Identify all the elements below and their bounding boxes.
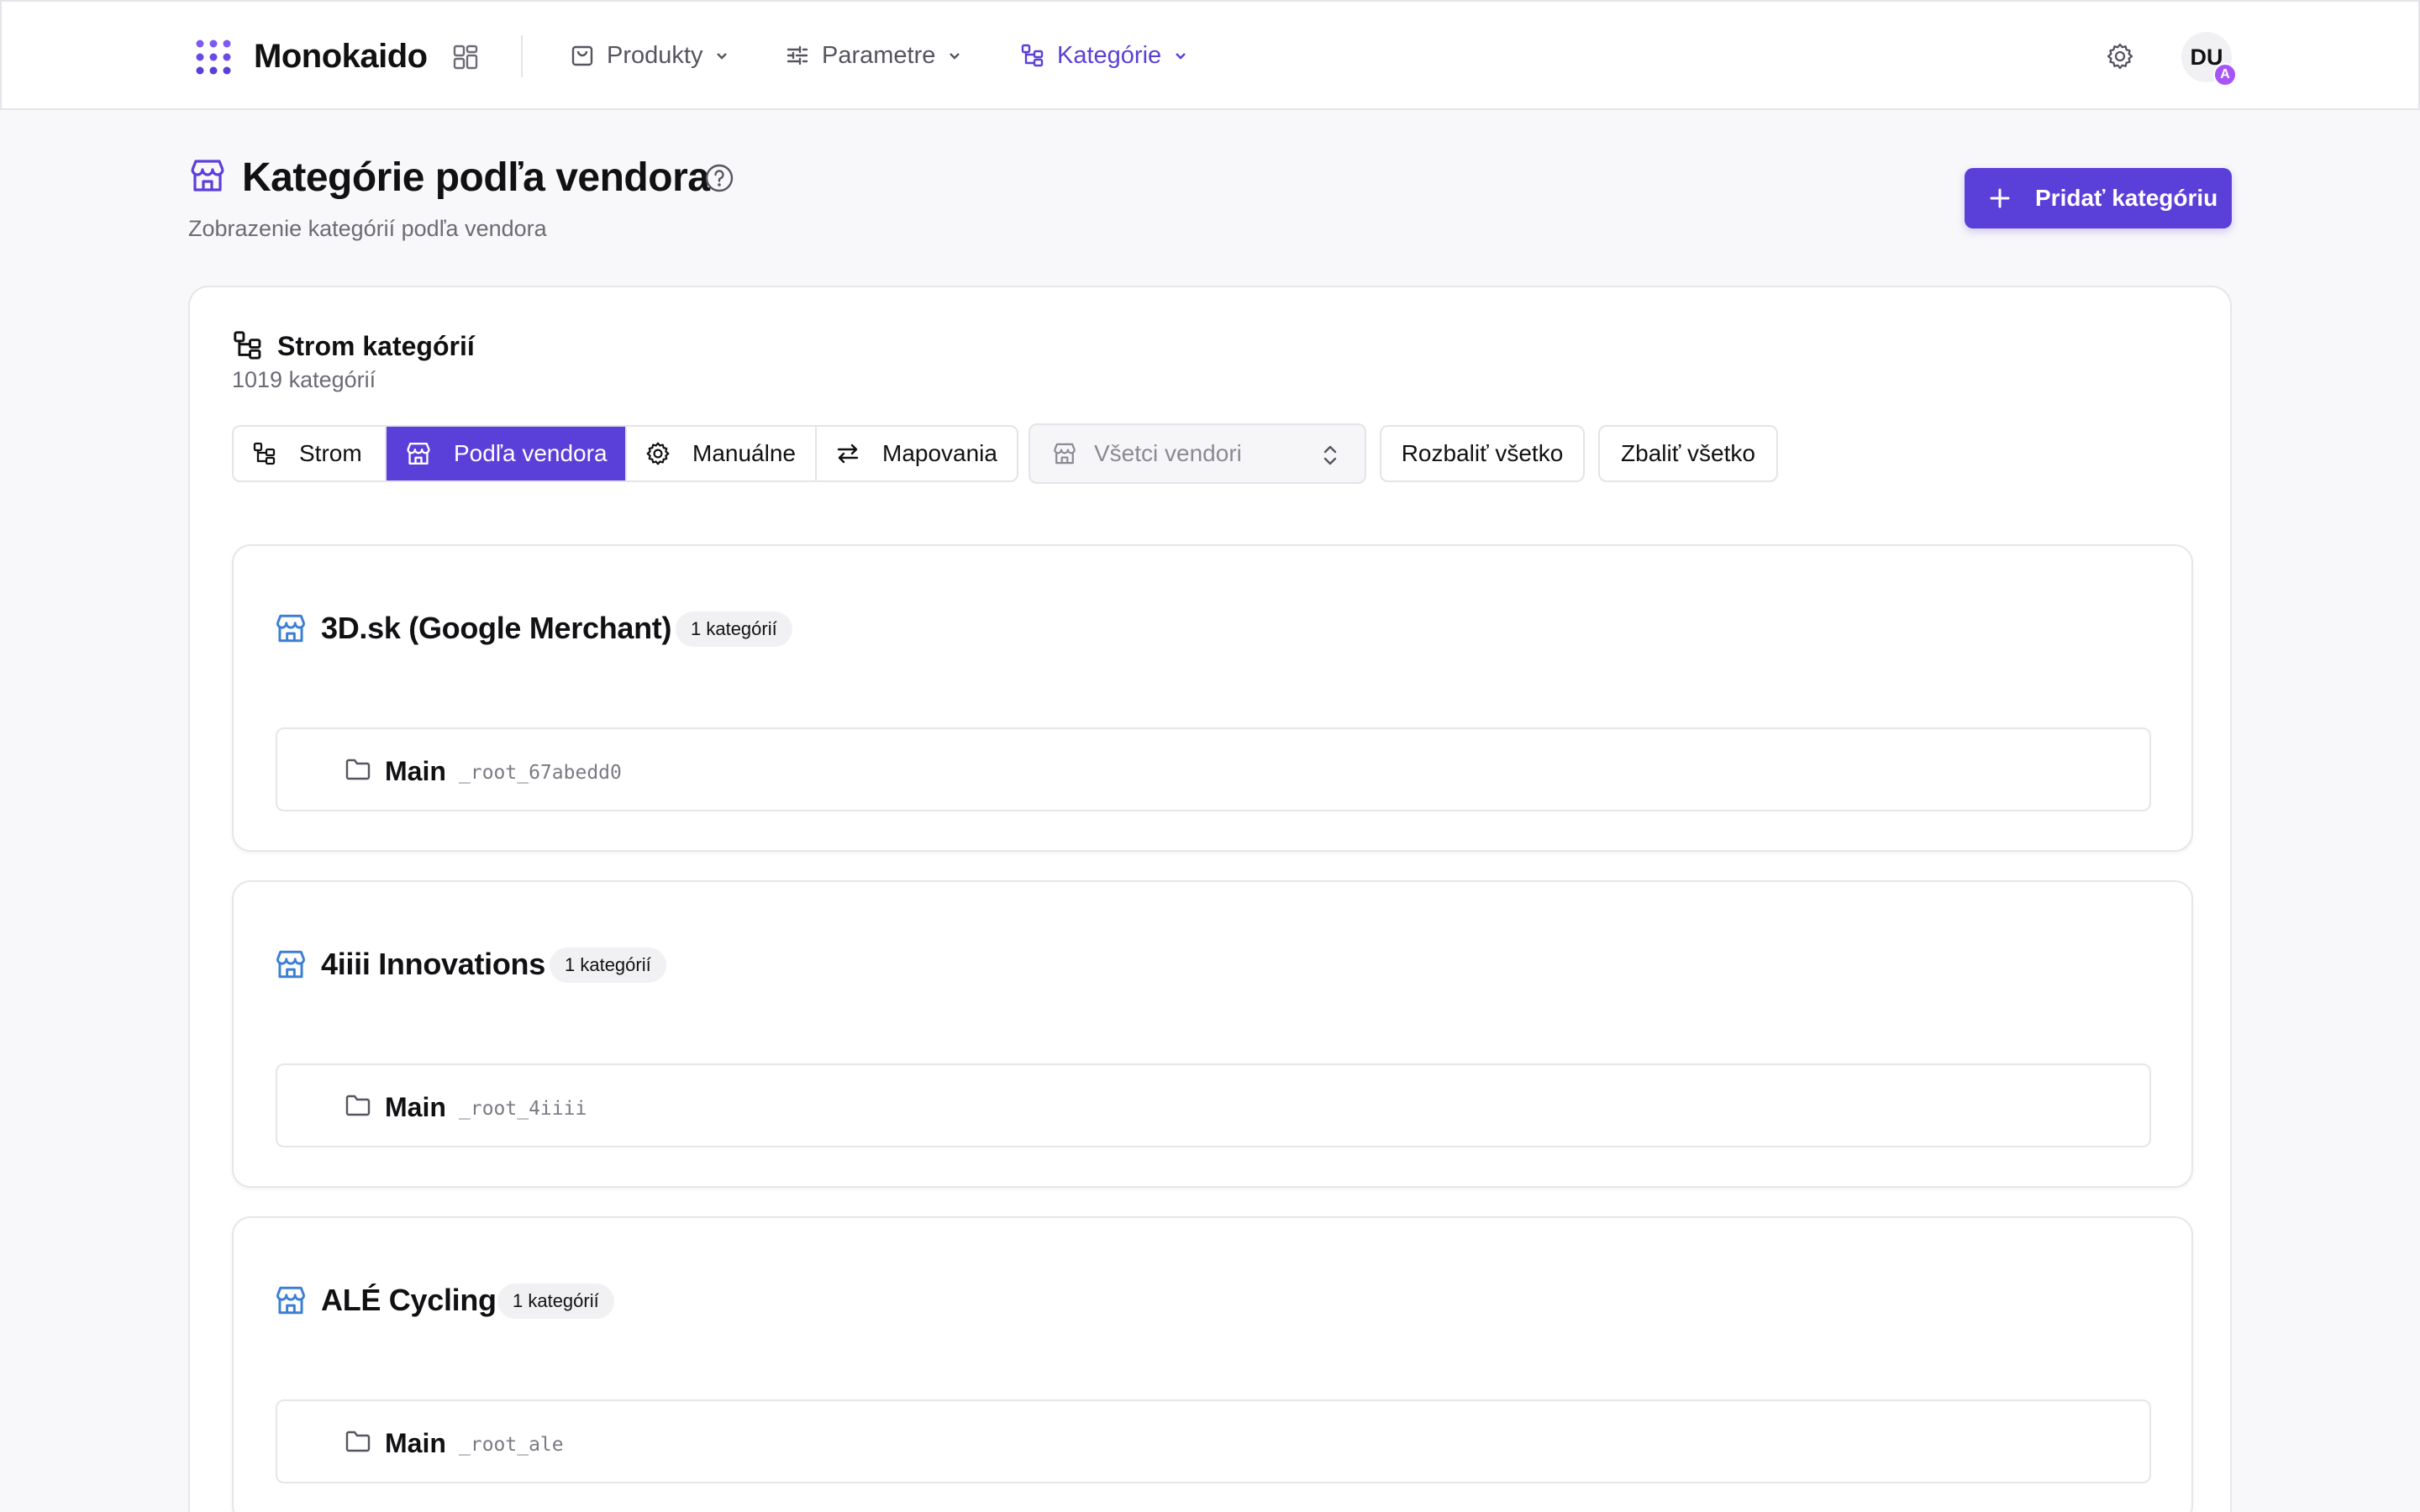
nav-divider	[521, 35, 523, 77]
store-icon	[274, 948, 308, 981]
chevron-down-icon	[1173, 48, 1188, 63]
gear-icon	[645, 441, 671, 466]
store-icon	[274, 612, 308, 645]
swap-arrows-icon	[835, 441, 860, 466]
category-code: _root_67abedd0	[459, 762, 622, 784]
category-tree-icon	[232, 329, 264, 361]
chevron-down-icon	[947, 48, 962, 63]
shopping-bag-icon	[570, 43, 595, 68]
sliders-icon	[785, 43, 810, 68]
vendor-card: ALÉ Cycling 1 kategórií Main _root_ale	[232, 1216, 2193, 1512]
vendor-select-placeholder: Všetci vendori	[1094, 440, 1242, 466]
card-title: Strom kategórií	[277, 331, 475, 361]
store-icon	[1052, 441, 1077, 466]
logo-dots-icon[interactable]	[195, 39, 232, 76]
category-count-badge: 1 kategórií	[550, 948, 666, 983]
view-mode-tabs: Strom Podľa vendora Manuálne Mapovania	[232, 425, 1018, 482]
category-tree-card: Strom kategórií 1019 kategórií Strom Pod…	[188, 286, 2232, 1512]
folder-icon	[345, 758, 371, 781]
tab-mapovania-label: Mapovania	[882, 440, 997, 466]
nav-kategorie-label: Kategórie	[1057, 41, 1162, 69]
expand-all-button[interactable]: Rozbaliť všetko	[1380, 425, 1585, 482]
nav-produkty[interactable]: Produkty	[570, 37, 729, 74]
tab-strom[interactable]: Strom	[234, 427, 387, 480]
nav-parametre[interactable]: Parametre	[785, 37, 962, 74]
category-label: Main	[385, 1092, 446, 1122]
collapse-all-button[interactable]: Zbaliť všetko	[1598, 425, 1778, 482]
tab-manualne[interactable]: Manuálne	[627, 427, 817, 480]
vendor-select[interactable]: Všetci vendori	[1028, 423, 1366, 484]
category-code: _root_ale	[459, 1434, 564, 1456]
category-row[interactable]: Main _root_ale	[276, 1399, 2151, 1483]
brand-name[interactable]: Monokaido	[254, 35, 428, 77]
tab-mapovania[interactable]: Mapovania	[817, 427, 1017, 480]
category-tree-icon	[252, 441, 277, 466]
tab-manualne-label: Manuálne	[692, 440, 796, 466]
tab-podla-vendora[interactable]: Podľa vendora	[387, 427, 627, 480]
page-title: Kategórie podľa vendora	[242, 155, 710, 200]
page-subtitle: Zobrazenie kategórií podľa vendora	[188, 216, 547, 241]
category-code: _root_4iiii	[459, 1098, 587, 1120]
category-row[interactable]: Main _root_67abedd0	[276, 727, 2151, 811]
folder-icon	[345, 1430, 371, 1453]
vendor-card: 3D.sk (Google Merchant) 1 kategórií Main…	[232, 544, 2193, 852]
settings-gear-icon[interactable]	[2106, 42, 2134, 71]
category-tree-icon	[1020, 43, 1045, 68]
top-navigation-bar: Monokaido Produkty Parametre Kategórie D…	[0, 0, 2420, 110]
category-count-badge: 1 kategórií	[676, 612, 792, 647]
add-category-button[interactable]: Pridať kategóriu	[1965, 168, 2232, 228]
store-icon	[405, 440, 432, 467]
vendor-name[interactable]: 4iiii Innovations	[321, 944, 545, 984]
add-category-label: Pridať kategóriu	[2035, 185, 2218, 211]
chevron-down-icon	[714, 48, 729, 63]
folder-icon	[345, 1094, 371, 1117]
help-circle-icon[interactable]	[704, 163, 734, 193]
category-row[interactable]: Main _root_4iiii	[276, 1063, 2151, 1147]
nav-parametre-label: Parametre	[822, 41, 936, 69]
tab-strom-label: Strom	[299, 440, 362, 466]
user-role-badge: A	[2213, 63, 2237, 87]
category-count-badge: 1 kategórií	[497, 1284, 614, 1319]
tab-podla-vendora-label: Podľa vendora	[454, 440, 608, 466]
category-label: Main	[385, 1428, 446, 1458]
category-count: 1019 kategórií	[232, 367, 376, 392]
vendor-name[interactable]: ALÉ Cycling	[321, 1280, 497, 1320]
plus-icon	[1988, 186, 2012, 210]
chevron-up-down-icon	[1321, 444, 1339, 467]
store-icon	[274, 1284, 308, 1317]
vendor-name[interactable]: 3D.sk (Google Merchant)	[321, 608, 671, 648]
store-icon	[188, 156, 227, 195]
category-label: Main	[385, 756, 446, 786]
apps-grid-icon[interactable]	[452, 44, 479, 71]
nav-produkty-label: Produkty	[607, 41, 703, 69]
vendor-card: 4iiii Innovations 1 kategórií Main _root…	[232, 880, 2193, 1188]
nav-kategorie[interactable]: Kategórie	[1020, 37, 1188, 74]
